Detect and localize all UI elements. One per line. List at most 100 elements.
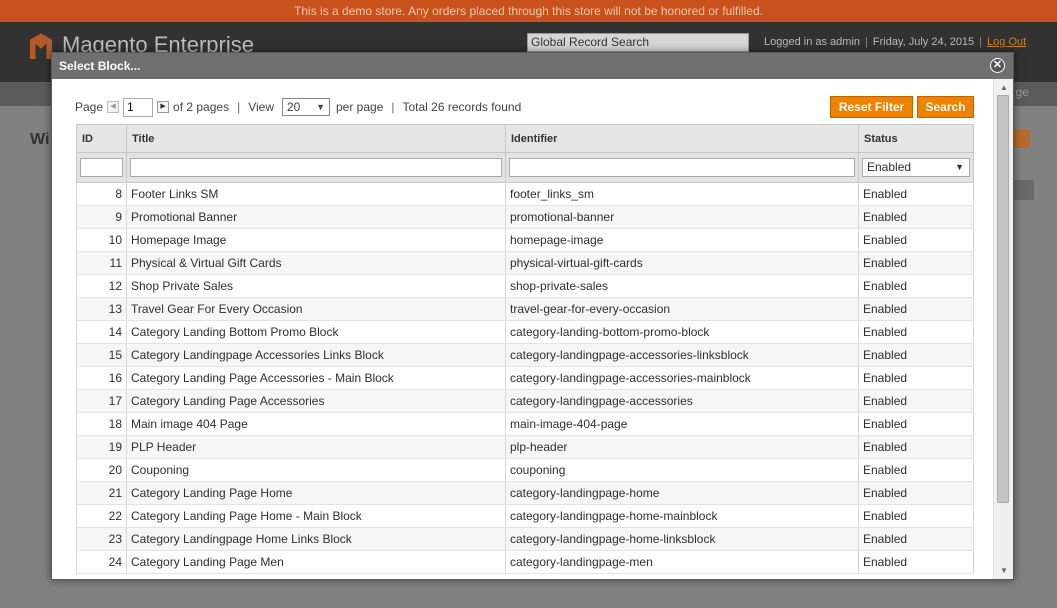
cell-identifier: homepage-image bbox=[505, 228, 859, 252]
cell-identifier: category-landingpage-accessories-mainblo… bbox=[505, 366, 859, 390]
cell-id: 17 bbox=[76, 389, 127, 413]
global-record-search-input[interactable]: Global Record Search bbox=[527, 33, 749, 52]
cell-title: Shop Private Sales bbox=[126, 274, 506, 298]
table-row[interactable]: 13 Travel Gear For Every Occasion travel-g… bbox=[76, 297, 974, 321]
cell-status: Enabled bbox=[858, 297, 974, 321]
search-button[interactable]: Search bbox=[917, 96, 974, 118]
table-row[interactable]: 8 Footer Links SM footer_links_sm Enabled bbox=[76, 182, 974, 206]
cell-id: 23 bbox=[76, 527, 127, 551]
demo-store-banner: This is a demo store. Any orders placed … bbox=[0, 0, 1057, 22]
table-row[interactable]: 9 Promotional Banner promotional-banner Ena… bbox=[76, 205, 974, 229]
scroll-down-icon[interactable]: ▼ bbox=[1000, 566, 1008, 575]
cell-title: Couponing bbox=[126, 458, 506, 482]
cell-status: Enabled bbox=[858, 504, 974, 528]
column-header-id[interactable]: ID bbox=[76, 124, 127, 153]
cell-status: Enabled bbox=[858, 274, 974, 298]
cell-status: Enabled bbox=[858, 343, 974, 367]
column-header-identifier[interactable]: Identifier bbox=[505, 124, 859, 153]
cell-identifier: footer_links_sm bbox=[505, 182, 859, 206]
cell-title: Category Landing Page Home bbox=[126, 481, 506, 505]
logout-link[interactable]: Log Out bbox=[987, 36, 1026, 48]
cell-title: Category Landing Page Home - Main Block bbox=[126, 504, 506, 528]
scroll-up-icon[interactable]: ▲ bbox=[1000, 83, 1008, 92]
total-records-text: Total 26 records found bbox=[402, 100, 522, 114]
table-row[interactable]: 20 Couponing couponing Enabled bbox=[76, 458, 974, 482]
background-panel bbox=[1012, 180, 1034, 200]
dialog-title: Select Block... bbox=[59, 59, 141, 73]
cell-identifier: category-landingpage-men bbox=[505, 550, 859, 574]
cell-identifier: shop-private-sales bbox=[505, 274, 859, 298]
table-row[interactable]: 19 PLP Header plp-header Enabled bbox=[76, 435, 974, 459]
cell-status: Enabled bbox=[858, 320, 974, 344]
cell-status: Enabled bbox=[858, 550, 974, 574]
dialog-titlebar: Select Block... ✕ bbox=[52, 53, 1013, 79]
table-row[interactable]: 24 Category Landing Page Men category-land… bbox=[76, 550, 974, 574]
title-filter-input[interactable] bbox=[130, 158, 502, 177]
cell-id: 14 bbox=[76, 320, 127, 344]
per-page-label: per page bbox=[336, 100, 384, 114]
cell-title: Category Landing Page Men bbox=[126, 550, 506, 574]
identifier-filter-input[interactable] bbox=[509, 158, 855, 177]
next-page-icon[interactable]: ▶ bbox=[157, 101, 170, 113]
cell-id: 22 bbox=[76, 504, 127, 528]
cell-id: 18 bbox=[76, 412, 127, 436]
close-icon[interactable]: ✕ bbox=[990, 58, 1005, 73]
magento-logo-icon bbox=[30, 33, 52, 60]
cell-id: 19 bbox=[76, 435, 127, 459]
cell-title: Category Landingpage Accessories Links B… bbox=[126, 343, 506, 367]
table-row[interactable]: 21 Category Landing Page Home category-lan… bbox=[76, 481, 974, 505]
cell-identifier: couponing bbox=[505, 458, 859, 482]
page-number-input[interactable] bbox=[123, 97, 154, 117]
column-header-title[interactable]: Title bbox=[126, 124, 506, 153]
table-row[interactable]: 12 Shop Private Sales shop-private-sales En… bbox=[76, 274, 974, 298]
cell-id: 8 bbox=[76, 182, 127, 206]
cell-identifier: category-landing-bottom-promo-block bbox=[505, 320, 859, 344]
per-page-select[interactable]: 20 ▼ bbox=[282, 98, 330, 116]
cell-status: Enabled bbox=[858, 389, 974, 413]
table-row[interactable]: 23 Category Landingpage Home Links Block c… bbox=[76, 527, 974, 551]
nav-item-partial[interactable]: ge bbox=[1016, 85, 1029, 99]
table-row[interactable]: 14 Category Landing Bottom Promo Block cat… bbox=[76, 320, 974, 344]
cell-identifier: promotional-banner bbox=[505, 205, 859, 229]
divider: | bbox=[865, 36, 868, 48]
view-label: View bbox=[248, 100, 274, 114]
status-filter-select[interactable]: Enabled ▼ bbox=[862, 158, 970, 177]
cell-status: Enabled bbox=[858, 527, 974, 551]
table-row[interactable]: 16 Category Landing Page Accessories - Ma… bbox=[76, 366, 974, 390]
cell-status: Enabled bbox=[858, 366, 974, 390]
dialog-scrollbar[interactable]: ▲ ▼ bbox=[993, 79, 1013, 579]
chevron-down-icon: ▼ bbox=[316, 102, 325, 112]
table-row[interactable]: 10 Homepage Image homepage-image Enabled bbox=[76, 228, 974, 252]
cell-id: 15 bbox=[76, 343, 127, 367]
cell-title: Category Landing Bottom Promo Block bbox=[126, 320, 506, 344]
cell-status: Enabled bbox=[858, 228, 974, 252]
cell-identifier: physical-virtual-gift-cards bbox=[505, 251, 859, 275]
cell-status: Enabled bbox=[858, 182, 974, 206]
column-header-status[interactable]: Status bbox=[858, 124, 974, 153]
cell-identifier: category-landingpage-home-linksblock bbox=[505, 527, 859, 551]
reset-filter-button[interactable]: Reset Filter bbox=[830, 96, 913, 118]
cell-status: Enabled bbox=[858, 481, 974, 505]
previous-page-icon[interactable]: ◀ bbox=[107, 101, 120, 113]
filter-cell: Enabled ▼ bbox=[858, 152, 974, 183]
divider: | bbox=[391, 100, 395, 114]
table-row[interactable]: 11 Physical & Virtual Gift Cards physical-… bbox=[76, 251, 974, 275]
cell-title: Homepage Image bbox=[126, 228, 506, 252]
cell-identifier: category-landingpage-home bbox=[505, 481, 859, 505]
divider: | bbox=[979, 36, 983, 48]
table-row[interactable]: 22 Category Landing Page Home - Main Bloc… bbox=[76, 504, 974, 528]
of-pages-text: of 2 pages bbox=[173, 100, 230, 114]
scrollbar-thumb[interactable] bbox=[997, 95, 1009, 503]
page-label: Page bbox=[75, 100, 104, 114]
table-row[interactable]: 18 Main image 404 Page main-image-404-page… bbox=[76, 412, 974, 436]
blocks-grid: ID Title Identifier Status Enabled ▼ 8 Foo… bbox=[76, 124, 974, 574]
table-row[interactable]: 17 Category Landing Page Accessories categ… bbox=[76, 389, 974, 413]
id-filter-input[interactable] bbox=[80, 158, 123, 177]
cell-id: 10 bbox=[76, 228, 127, 252]
status-filter-value: Enabled bbox=[867, 160, 912, 174]
cell-title: Physical & Virtual Gift Cards bbox=[126, 251, 506, 275]
cell-identifier: category-landingpage-accessories-linksbl… bbox=[505, 343, 859, 367]
cell-title: PLP Header bbox=[126, 435, 506, 459]
table-row[interactable]: 15 Category Landingpage Accessories Links… bbox=[76, 343, 974, 367]
cell-id: 9 bbox=[76, 205, 127, 229]
